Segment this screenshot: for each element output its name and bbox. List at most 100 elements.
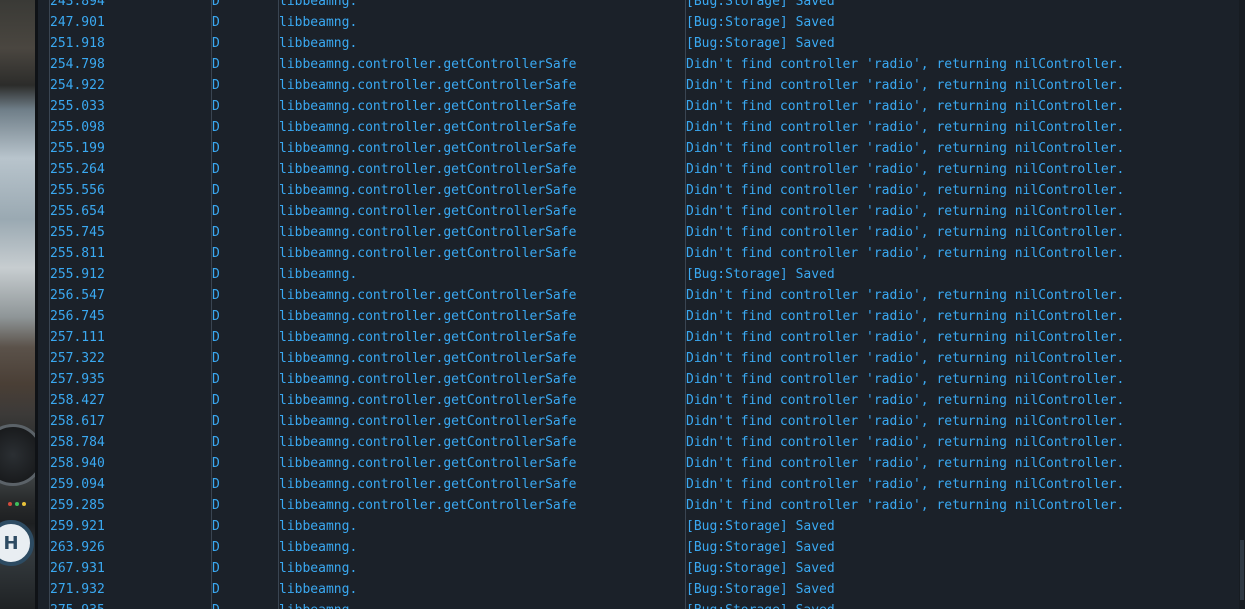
log-row[interactable]: 255.199 Dlibbeamng.controller.getControll…	[38, 138, 1245, 159]
log-row[interactable]: 258.940 Dlibbeamng.controller.getControll…	[38, 453, 1245, 474]
log-time: 255.912	[50, 267, 105, 282]
log-level: D	[212, 351, 220, 366]
dashboard-indicator-lights	[8, 493, 34, 506]
log-level: D	[212, 267, 220, 282]
log-origin: libbeamng.	[279, 561, 358, 576]
log-row[interactable]: 263.926 Dlibbeamng. [Bug:Storage] Saved	[38, 537, 1245, 558]
log-time: 259.285	[50, 498, 105, 513]
log-message: [Bug:Storage] Saved	[686, 0, 835, 9]
log-message: Didn't find controller 'radio', returnin…	[686, 414, 1125, 429]
log-message: Didn't find controller 'radio', returnin…	[686, 435, 1125, 450]
scrollbar[interactable]	[1239, 0, 1245, 609]
scrollbar-thumb[interactable]	[1240, 540, 1244, 600]
log-origin: libbeamng.controller.getControllerSafe	[279, 225, 577, 240]
log-level: D	[212, 600, 220, 609]
log-row[interactable]: 258.617 Dlibbeamng.controller.getControll…	[38, 411, 1245, 432]
log-time: 267.931	[50, 561, 105, 576]
log-row[interactable]: 275.935 Dlibbeamng. [Bug:Storage] Saved	[38, 600, 1245, 609]
log-level: D	[212, 183, 220, 198]
log-row[interactable]: 255.556 Dlibbeamng.controller.getControll…	[38, 180, 1245, 201]
log-level: D	[212, 309, 220, 324]
log-time: 257.111	[50, 330, 105, 345]
log-origin: libbeamng.controller.getControllerSafe	[279, 141, 577, 156]
log-row[interactable]: 255.264 Dlibbeamng.controller.getControll…	[38, 159, 1245, 180]
log-time: 259.094	[50, 477, 105, 492]
log-row[interactable]: 255.745 Dlibbeamng.controller.getControll…	[38, 222, 1245, 243]
log-row[interactable]: 271.932 Dlibbeamng. [Bug:Storage] Saved	[38, 579, 1245, 600]
log-row[interactable]: 254.922 Dlibbeamng.controller.getControll…	[38, 75, 1245, 96]
log-level: D	[212, 393, 220, 408]
log-message: [Bug:Storage] Saved	[686, 561, 835, 576]
log-row[interactable]: 259.285 Dlibbeamng.controller.getControll…	[38, 495, 1245, 516]
log-row[interactable]: 257.111 Dlibbeamng.controller.getControll…	[38, 327, 1245, 348]
log-level: D	[212, 456, 220, 471]
log-row[interactable]: 255.811 Dlibbeamng.controller.getControll…	[38, 243, 1245, 264]
log-time: 247.901	[50, 15, 105, 30]
log-message: Didn't find controller 'radio', returnin…	[686, 456, 1125, 471]
log-origin: libbeamng.	[279, 519, 358, 534]
log-row[interactable]: 257.322 Dlibbeamng.controller.getControll…	[38, 348, 1245, 369]
indicator-light-icon	[22, 502, 26, 506]
log-time: 257.935	[50, 372, 105, 387]
log-row[interactable]: 257.935 Dlibbeamng.controller.getControll…	[38, 369, 1245, 390]
log-message: Didn't find controller 'radio', returnin…	[686, 330, 1125, 345]
log-level: D	[212, 561, 220, 576]
log-message: [Bug:Storage] Saved	[686, 36, 835, 51]
log-origin: libbeamng.controller.getControllerSafe	[279, 477, 577, 492]
log-row[interactable]: 256.547 Dlibbeamng.controller.getControll…	[38, 285, 1245, 306]
log-level: D	[212, 582, 220, 597]
log-row[interactable]: 255.098 Dlibbeamng.controller.getControll…	[38, 117, 1245, 138]
log-level: D	[212, 99, 220, 114]
log-origin: libbeamng.controller.getControllerSafe	[279, 99, 577, 114]
warning-light-icon	[8, 502, 12, 506]
log-message: Didn't find controller 'radio', returnin…	[686, 183, 1125, 198]
log-origin: libbeamng.controller.getControllerSafe	[279, 309, 577, 324]
log-origin: libbeamng.	[279, 540, 358, 555]
log-message: Didn't find controller 'radio', returnin…	[686, 162, 1125, 177]
log-origin: libbeamng.controller.getControllerSafe	[279, 498, 577, 513]
log-row[interactable]: 247.901 Dlibbeamng. [Bug:Storage] Saved	[38, 12, 1245, 33]
log-level: D	[212, 57, 220, 72]
log-row[interactable]: 259.094 Dlibbeamng.controller.getControll…	[38, 474, 1245, 495]
log-origin: libbeamng.controller.getControllerSafe	[279, 372, 577, 387]
console-log-panel[interactable]: 243.894 Dlibbeamng. [Bug:Storage] Saved 247…	[38, 0, 1245, 609]
log-time: 258.940	[50, 456, 105, 471]
log-time: 258.784	[50, 435, 105, 450]
log-row[interactable]: 256.745 Dlibbeamng.controller.getControll…	[38, 306, 1245, 327]
log-origin: libbeamng.	[279, 600, 357, 609]
log-origin: libbeamng.	[279, 15, 358, 30]
log-row[interactable]: 243.894 Dlibbeamng. [Bug:Storage] Saved	[38, 0, 1245, 12]
log-origin: libbeamng.controller.getControllerSafe	[279, 183, 577, 198]
log-row[interactable]: 259.921 Dlibbeamng. [Bug:Storage] Saved	[38, 516, 1245, 537]
log-message: Didn't find controller 'radio', returnin…	[686, 120, 1125, 135]
log-row[interactable]: 267.931 Dlibbeamng. [Bug:Storage] Saved	[38, 558, 1245, 579]
log-level: D	[212, 519, 220, 534]
log-level: D	[212, 288, 220, 303]
log-row[interactable]: 251.918 Dlibbeamng. [Bug:Storage] Saved	[38, 33, 1245, 54]
log-level: D	[212, 435, 220, 450]
log-origin: libbeamng.controller.getControllerSafe	[279, 120, 577, 135]
log-message: [Bug:Storage] Saved	[686, 519, 835, 534]
log-level: D	[212, 141, 220, 156]
log-row[interactable]: 258.427 Dlibbeamng.controller.getControll…	[38, 390, 1245, 411]
log-origin: libbeamng.controller.getControllerSafe	[279, 330, 577, 345]
log-row[interactable]: 255.654 Dlibbeamng.controller.getControll…	[38, 201, 1245, 222]
log-level: D	[212, 330, 220, 345]
log-origin: libbeamng.controller.getControllerSafe	[279, 414, 577, 429]
log-time: 256.547	[50, 288, 105, 303]
log-level: D	[212, 120, 220, 135]
log-time: 258.617	[50, 414, 105, 429]
log-row[interactable]: 258.784 Dlibbeamng.controller.getControll…	[38, 432, 1245, 453]
log-message: Didn't find controller 'radio', returnin…	[686, 309, 1125, 324]
log-message: Didn't find controller 'radio', returnin…	[686, 288, 1125, 303]
log-time: 263.926	[50, 540, 105, 555]
log-origin: libbeamng.controller.getControllerSafe	[279, 246, 577, 261]
log-row[interactable]: 254.798 Dlibbeamng.controller.getControll…	[38, 54, 1245, 75]
log-origin: libbeamng.controller.getControllerSafe	[279, 288, 577, 303]
log-level: D	[212, 477, 220, 492]
log-row[interactable]: 255.033 Dlibbeamng.controller.getControll…	[38, 96, 1245, 117]
log-time: 255.811	[50, 246, 105, 261]
log-message: Didn't find controller 'radio', returnin…	[686, 57, 1125, 72]
log-time: 255.654	[50, 204, 105, 219]
log-row[interactable]: 255.912 Dlibbeamng. [Bug:Storage] Saved	[38, 264, 1245, 285]
